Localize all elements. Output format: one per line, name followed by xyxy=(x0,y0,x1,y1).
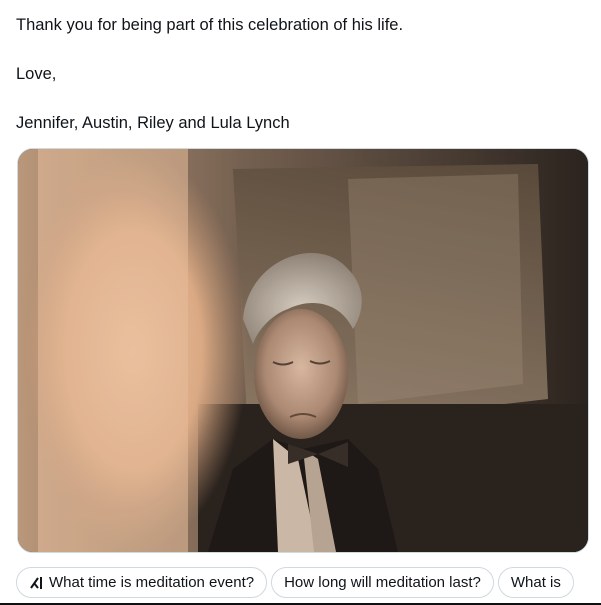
tweet-text-line: Thank you for being part of this celebra… xyxy=(16,16,404,34)
tweet-text-line: Jennifer, Austin, Riley and Lula Lynch xyxy=(16,114,290,132)
suggestion-label: What is xyxy=(510,574,561,591)
suggestion-label: What time is meditation event? xyxy=(49,574,255,591)
suggestion-label: How long will meditation last? xyxy=(284,574,481,591)
grok-icon xyxy=(30,576,42,589)
portrait-photo xyxy=(18,149,588,552)
suggestion-chip-what-is[interactable]: What is xyxy=(497,567,574,598)
suggestion-chip-meditation-length[interactable]: How long will meditation last? xyxy=(271,567,494,598)
chips-fade xyxy=(571,567,601,600)
tweet-text-line: Love, xyxy=(16,65,57,83)
suggestion-chip-meditation-time[interactable]: What time is meditation event? xyxy=(16,567,268,598)
suggestion-chips: What time is meditation event? How long … xyxy=(16,567,601,600)
tweet-photo[interactable] xyxy=(17,148,589,553)
